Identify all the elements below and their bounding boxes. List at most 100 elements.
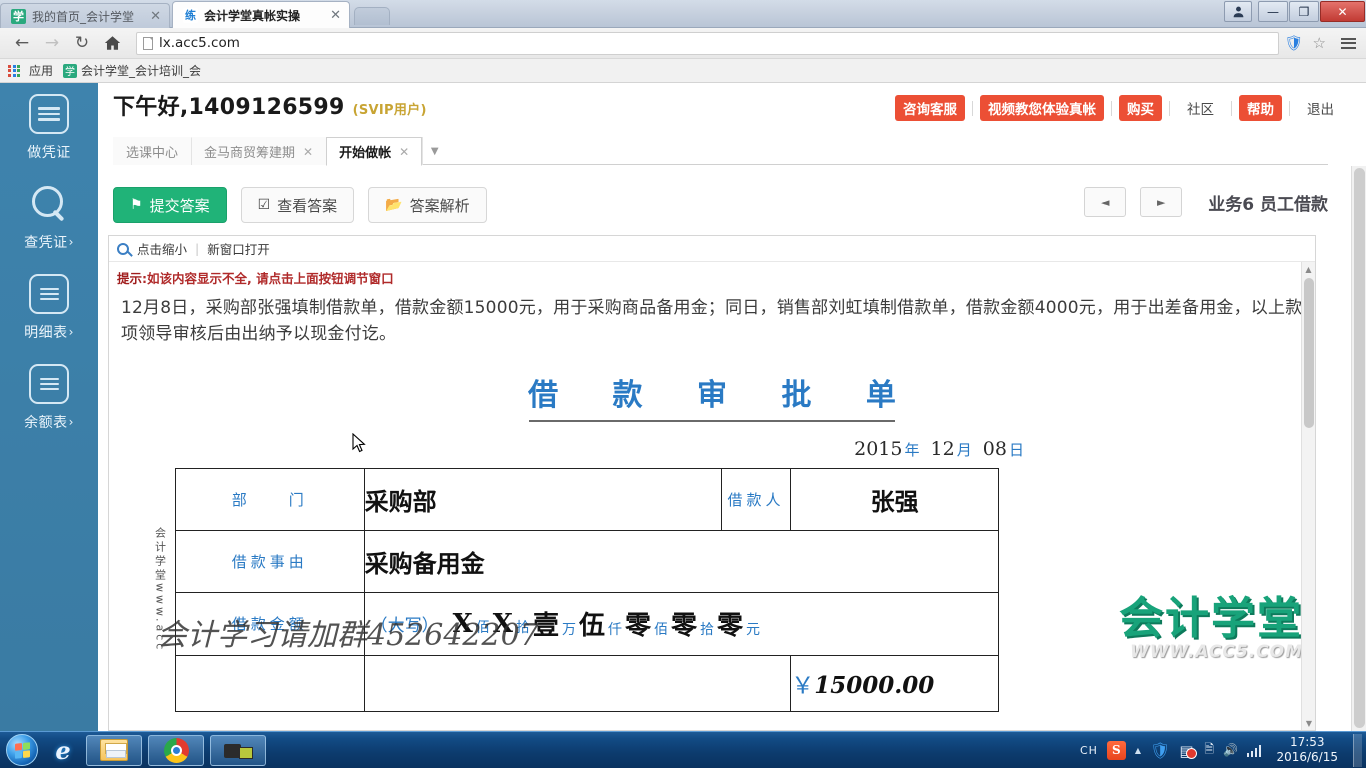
close-button[interactable]: ✕	[1320, 1, 1365, 22]
amount-digit: 伍仟	[578, 611, 622, 642]
address-bar-value: lx.acc5.com	[159, 35, 240, 51]
camtasia-taskbar-button[interactable]	[210, 734, 266, 766]
voucher-side-watermark: 会计学堂www.acc	[153, 527, 167, 653]
table-row: 借款金额 （大写） X佰 X拾 壹万 伍仟 零佰 零拾 零元	[144, 591, 1000, 656]
next-business-button[interactable]: ►	[1140, 187, 1183, 217]
amount-digit: X佰	[452, 608, 490, 639]
browser-tab-1-close-icon[interactable]: ✕	[150, 10, 161, 23]
bookmark-star-icon[interactable]: ☆	[1313, 34, 1326, 52]
user-profile-button[interactable]	[1224, 1, 1252, 22]
amount-label: 借款金额	[174, 591, 365, 656]
action-center-icon[interactable]: 🗎	[1204, 740, 1214, 761]
taskbar-clock[interactable]: 17:53 2016/6/15	[1270, 735, 1344, 765]
browser-tab-2[interactable]: 练 会计学堂真帐实操 ✕	[172, 1, 350, 28]
zoom-out-icon[interactable]	[117, 242, 129, 255]
header-link-community[interactable]: 社区	[1177, 95, 1224, 121]
network-signal-icon[interactable]	[1246, 744, 1262, 757]
header-link-help[interactable]: 帮助	[1239, 95, 1282, 121]
answer-analysis-button[interactable]: 📂 答案解析	[368, 187, 487, 223]
question-text: 12月8日，采购部张强填制借款单，借款金额15000元，用于采购商品备用金；同日…	[121, 298, 1303, 345]
scroll-down-icon[interactable]: ▼	[1302, 716, 1315, 730]
voucher-icon	[29, 94, 69, 134]
browser-titlebar: 学 我的首页_会计学堂 ✕ 练 会计学堂真帐实操 ✕ — ❐ ✕	[0, 0, 1366, 28]
bookmark-item-acc5[interactable]: 学 会计学堂_会计培训_会	[59, 60, 205, 81]
volume-icon[interactable]: 🔊	[1223, 743, 1238, 757]
security-shield-icon[interactable]: 🛡	[1150, 741, 1170, 760]
scroll-up-icon[interactable]: ▲	[1302, 262, 1315, 276]
svip-badge: (SVIP用户)	[352, 103, 427, 118]
chrome-taskbar-button[interactable]	[148, 734, 204, 766]
header-link-logout[interactable]: 退出	[1297, 95, 1344, 121]
page-scrollbar-thumb[interactable]	[1354, 168, 1365, 728]
header-link-consult[interactable]: 咨询客服	[895, 95, 965, 121]
new-tab-button[interactable]	[354, 7, 390, 25]
amount-capital-cell: （大写） X佰 X拾 壹万 伍仟 零佰 零拾 零元	[363, 591, 1000, 656]
search-icon	[29, 184, 69, 224]
detail-list-icon	[29, 274, 69, 314]
answer-analysis-label: 答案解析	[409, 196, 470, 215]
acc5-green-icon: 学	[11, 8, 26, 24]
panel-toolbar: 点击缩小 | 新窗口打开	[109, 236, 1315, 262]
blank-cell-left	[174, 654, 365, 712]
chevron-down-icon[interactable]: ▼	[422, 137, 446, 165]
header-link-video[interactable]: 视频教您体验真帐	[980, 95, 1104, 121]
amount-digit: 零拾	[671, 611, 715, 642]
business-title: 业务6 员工借款	[1208, 194, 1328, 215]
maximize-button[interactable]: ❐	[1289, 1, 1319, 22]
tab-start-bookkeeping-close-icon[interactable]: ✕	[399, 145, 409, 159]
table-row: 借款事由 采购备用金	[144, 529, 1000, 593]
external-link-icon: ⚑	[130, 197, 143, 213]
amount-digit: 零佰	[624, 611, 668, 642]
header-link-buy[interactable]: 购买	[1119, 95, 1162, 121]
view-answer-button[interactable]: ☑ 查看答案	[240, 187, 355, 223]
apps-label[interactable]: 应用	[29, 62, 53, 79]
page-main: 下午好,1409126599 (SVIP用户) 咨询客服 视频教您体验真帐 购买 …	[98, 83, 1366, 731]
tab-jinma-company[interactable]: 金马商贸筹建期 ✕	[191, 137, 327, 165]
address-bar[interactable]: lx.acc5.com	[136, 31, 1279, 55]
reload-icon[interactable]: ↻	[68, 30, 96, 56]
security-shield-icon[interactable]: 🛡	[1285, 34, 1304, 52]
input-method-indicator[interactable]: CH	[1080, 744, 1098, 757]
tab-start-bookkeeping[interactable]: 开始做帐 ✕	[326, 137, 423, 166]
removable-device-icon[interactable]	[1179, 742, 1198, 759]
divider	[972, 100, 973, 116]
amount-numeric-value: ￥15000.00	[790, 654, 999, 712]
browser-tab-2-close-icon[interactable]: ✕	[330, 9, 341, 22]
divider	[1231, 100, 1232, 116]
practice-blue-icon: 练	[183, 7, 198, 23]
show-desktop-button[interactable]	[1353, 733, 1362, 767]
panel-scrollbar[interactable]: ▲ ▼	[1301, 262, 1315, 730]
sidebar-item-search-voucher[interactable]: 查凭证 ›	[0, 173, 98, 263]
back-icon[interactable]: ←	[8, 30, 36, 56]
file-explorer-taskbar-button[interactable]	[86, 734, 142, 766]
tab-jinma-company-close-icon[interactable]: ✕	[303, 145, 313, 159]
file-explorer-icon	[100, 739, 128, 761]
dept-value: 采购部	[363, 467, 722, 531]
submit-answer-label: 提交答案	[149, 196, 210, 215]
reason-label: 借款事由	[174, 529, 365, 593]
submit-answer-button[interactable]: ⚑ 提交答案	[113, 187, 227, 223]
clock-time: 17:53	[1289, 735, 1325, 749]
sidebar-item-make-voucher[interactable]: 做凭证	[0, 83, 98, 173]
zoom-out-link[interactable]: 点击缩小	[137, 239, 187, 258]
sogou-pinyin-icon[interactable]: S	[1106, 740, 1126, 760]
system-tray: CH S ▲ 🛡 🗎 🔊 17:53 2016/6/15	[1080, 733, 1366, 767]
minimize-button[interactable]: —	[1258, 1, 1288, 22]
open-new-window-link[interactable]: 新窗口打开	[207, 239, 270, 258]
prev-business-button[interactable]: ◄	[1084, 187, 1127, 217]
home-icon[interactable]	[98, 30, 126, 56]
divider: |	[195, 241, 200, 256]
tab-course-center[interactable]: 选课中心	[113, 137, 192, 165]
sidebar-item-detail-sheet[interactable]: 明细表 ›	[0, 263, 98, 353]
page-viewport: 做凭证 查凭证 › 明细表 › 余额表 › 下午好,1409126599 (SVIP用户	[0, 83, 1366, 731]
browser-tab-1[interactable]: 学 我的首页_会计学堂 ✕	[0, 3, 170, 28]
page-scrollbar[interactable]	[1351, 166, 1366, 731]
start-button[interactable]	[6, 734, 38, 766]
windows-taskbar: e CH S ▲ 🛡 🗎 🔊 17:53 2016/6/15	[0, 731, 1366, 768]
browser-menu-icon[interactable]	[1341, 37, 1356, 49]
panel-scrollbar-thumb[interactable]	[1304, 278, 1314, 428]
tray-overflow-caret-icon[interactable]: ▲	[1135, 746, 1141, 755]
internet-explorer-icon[interactable]: e	[46, 734, 80, 766]
apps-grid-icon[interactable]	[8, 64, 20, 77]
sidebar-item-balance-sheet[interactable]: 余额表 ›	[0, 353, 98, 443]
